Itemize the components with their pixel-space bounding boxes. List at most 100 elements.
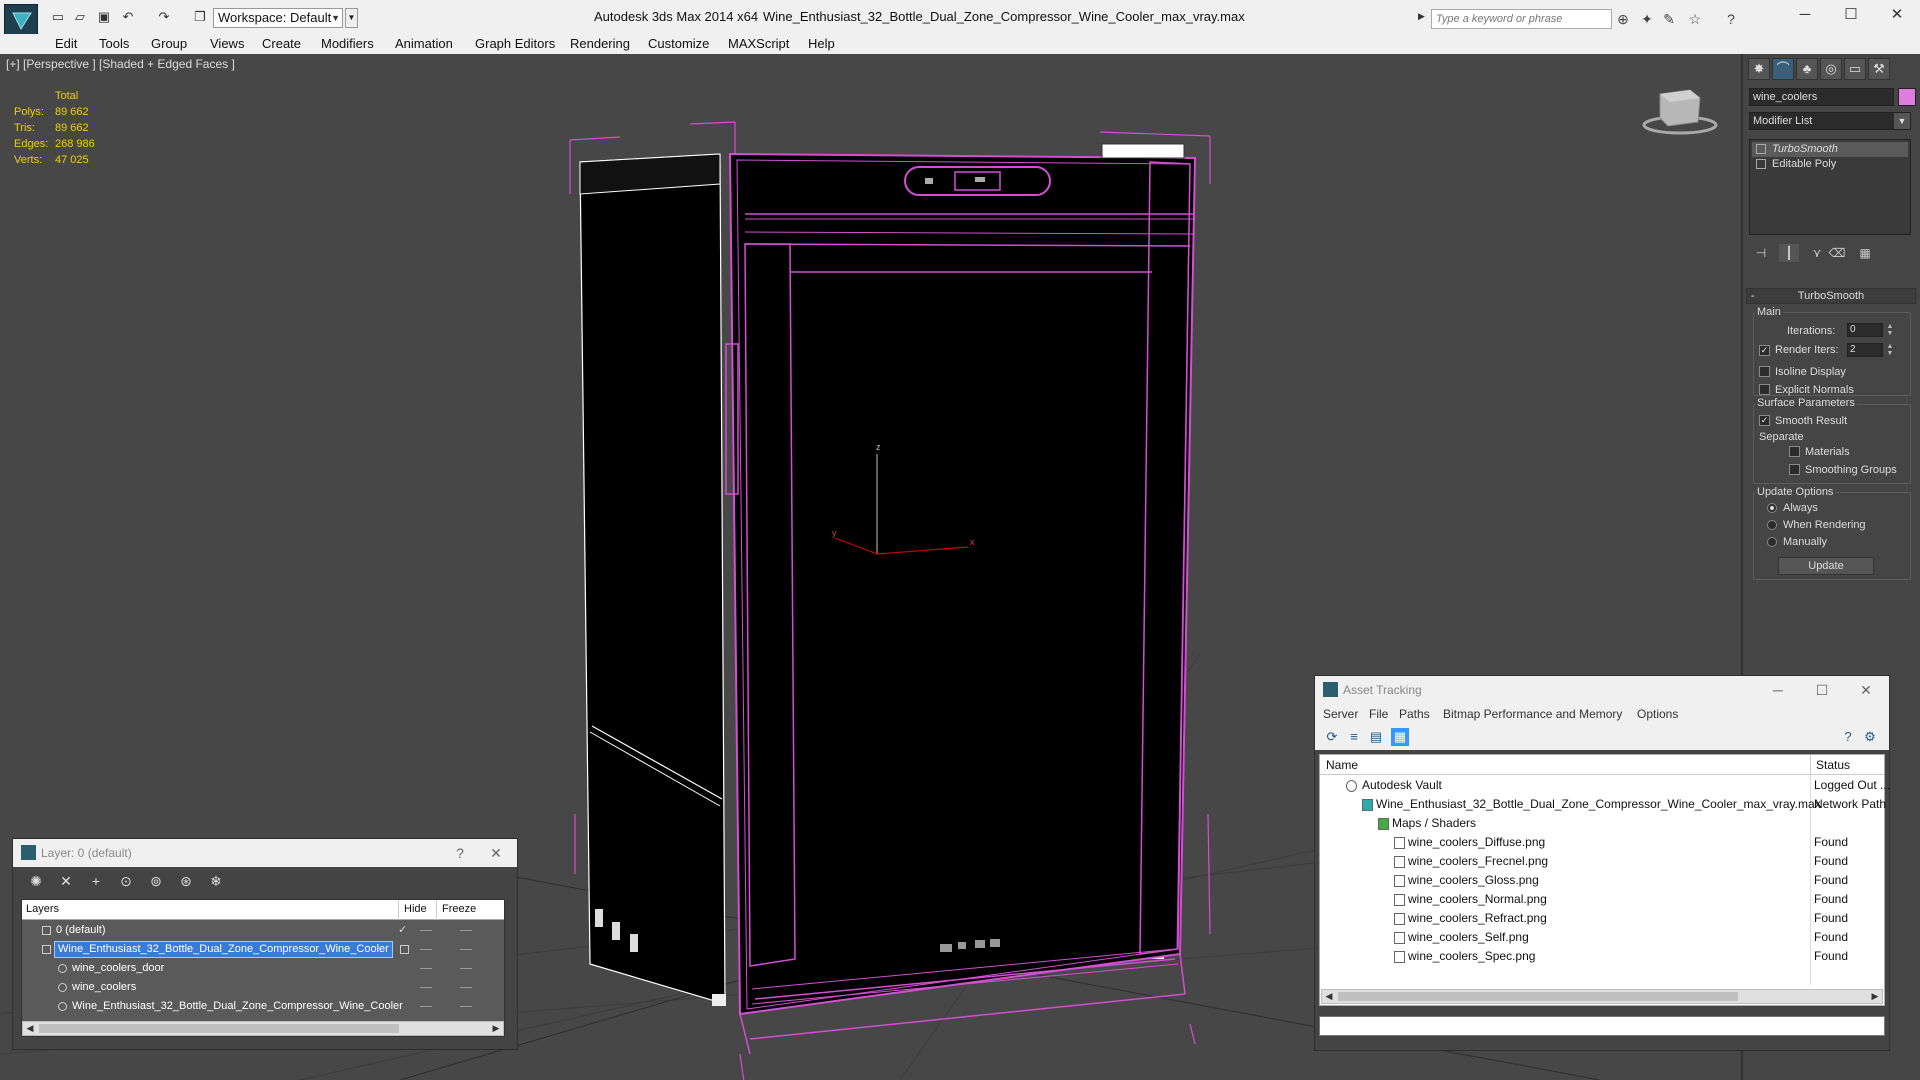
table-row[interactable]: Wine_Enthusiast_32_Bottle_Dual_Zone_Comp…	[1320, 795, 1886, 814]
maximize-button[interactable]: ☐	[1811, 680, 1833, 700]
expand-icon[interactable]	[1756, 159, 1766, 169]
refresh-icon[interactable]: ⟳	[1323, 728, 1341, 746]
smoothing-groups-checkbox[interactable]	[1789, 464, 1800, 475]
minimize-button[interactable]: ─	[1767, 680, 1789, 700]
binoculars-icon[interactable]: ⊕	[1614, 10, 1632, 28]
column-freeze[interactable]: Freeze	[442, 903, 476, 915]
freeze-toggle[interactable]	[460, 987, 472, 988]
always-radio[interactable]	[1767, 503, 1777, 513]
hierarchy-tab-icon[interactable]: ♣	[1796, 58, 1818, 80]
layer-titlebar[interactable]: Layer: 0 (default) ? ✕	[13, 839, 517, 867]
object-color-swatch[interactable]	[1898, 88, 1916, 106]
table-row[interactable]: wine_coolers_Self.png Found	[1320, 928, 1884, 947]
render-iters-checkbox[interactable]: ✓	[1759, 345, 1770, 356]
highlight-layer-icon[interactable]: ⊚	[147, 872, 165, 890]
remove-modifier-icon[interactable]: ⌫	[1827, 244, 1847, 262]
settings-icon[interactable]: ⚙	[1861, 728, 1879, 746]
menu-tools[interactable]: Tools	[99, 35, 129, 53]
freeze-all-icon[interactable]: ❄	[207, 872, 225, 890]
subscription-icon[interactable]: ✦	[1638, 10, 1656, 28]
help-button[interactable]: ?	[449, 843, 471, 863]
menu-server[interactable]: Server	[1323, 707, 1358, 721]
close-button[interactable]: ✕	[1855, 680, 1877, 700]
delete-layer-icon[interactable]: ✕	[57, 872, 75, 890]
menu-options[interactable]: Options	[1637, 707, 1678, 721]
new-layer-icon[interactable]: ✺	[27, 872, 45, 890]
search-expand-icon[interactable]: ▶	[1418, 11, 1425, 22]
viewport-label[interactable]: [+] [Perspective ] [Shaded + Edged Faces…	[6, 57, 235, 71]
table-view-icon[interactable]: ▦	[1391, 728, 1409, 746]
select-objects-icon[interactable]: ⊙	[117, 872, 135, 890]
modifier-list-dropdown[interactable]: Modifier List ▼	[1749, 112, 1911, 130]
scroll-thumb[interactable]	[1338, 992, 1738, 1001]
help-icon[interactable]: ?	[1722, 10, 1740, 28]
menu-edit[interactable]: Edit	[55, 35, 77, 53]
when-rendering-radio[interactable]	[1767, 520, 1777, 530]
project-folder-icon[interactable]: ❐	[191, 9, 209, 25]
scroll-left-icon[interactable]: ◀	[1322, 990, 1336, 1003]
asset-path-field[interactable]	[1319, 1016, 1885, 1036]
table-row[interactable]: wine_coolers_Diffuse.png Found	[1320, 833, 1884, 852]
menu-bitmap-performance[interactable]: Bitmap Performance and Memory	[1443, 707, 1622, 721]
search-input[interactable]: Type a keyword or phrase	[1431, 9, 1612, 29]
menu-customize[interactable]: Customize	[648, 35, 709, 53]
hide-toggle[interactable]	[420, 930, 432, 931]
configure-sets-icon[interactable]: ▦	[1855, 244, 1875, 262]
hide-toggle[interactable]	[420, 968, 432, 969]
close-button[interactable]: ✕	[1882, 4, 1912, 26]
menu-create[interactable]: Create	[262, 35, 301, 53]
menu-group[interactable]: Group	[151, 35, 187, 53]
table-row[interactable]: wine_coolers_Normal.png Found	[1320, 890, 1884, 909]
scroll-left-icon[interactable]: ◀	[23, 1022, 37, 1035]
table-row[interactable]: wine_coolers_Gloss.png Found	[1320, 871, 1884, 890]
column-layers[interactable]: Layers	[26, 903, 59, 915]
modify-tab-icon[interactable]: ⌒	[1772, 58, 1794, 80]
menu-maxscript[interactable]: MAXScript	[728, 35, 789, 53]
viewcube-icon[interactable]	[1642, 89, 1718, 135]
freeze-toggle[interactable]	[460, 949, 472, 950]
menu-animation[interactable]: Animation	[395, 35, 453, 53]
hide-toggle[interactable]	[420, 949, 432, 950]
hide-toggle[interactable]	[420, 1006, 432, 1007]
quick-access-customize-button[interactable]: ▼	[345, 8, 358, 28]
isoline-display-checkbox[interactable]	[1759, 366, 1770, 377]
pin-stack-icon[interactable]: ⊣	[1751, 244, 1771, 262]
scroll-thumb[interactable]	[39, 1024, 399, 1033]
menu-help[interactable]: Help	[808, 35, 835, 53]
table-row[interactable]: Maps / Shaders	[1320, 814, 1884, 833]
layer-row[interactable]: wine_coolers	[22, 978, 504, 997]
layer-row[interactable]: Wine_Enthusiast_32_Bottle_Dual_Zone_Comp…	[22, 997, 504, 1016]
iterations-spinner[interactable]: 0	[1847, 323, 1883, 337]
spinner-arrows-icon[interactable]: ▲ ▼	[1885, 343, 1895, 357]
add-to-layer-icon[interactable]: +	[87, 872, 105, 890]
spinner-arrows-icon[interactable]: ▲ ▼	[1885, 323, 1895, 337]
stack-item-editable-poly[interactable]: Editable Poly	[1752, 157, 1908, 172]
lightbulb-icon[interactable]	[1756, 144, 1766, 154]
active-check-icon[interactable]: ✓	[398, 921, 407, 940]
column-hide[interactable]: Hide	[404, 903, 427, 915]
redo-icon[interactable]: ↷	[155, 9, 173, 25]
create-tab-icon[interactable]: ✸	[1748, 58, 1770, 80]
hide-toggle[interactable]	[420, 987, 432, 988]
app-menu-button[interactable]	[4, 4, 38, 36]
maximize-button[interactable]: ☐	[1836, 4, 1866, 26]
table-row[interactable]: wine_coolers_Spec.png Found	[1320, 947, 1884, 966]
show-end-result-icon[interactable]: ┃	[1779, 244, 1799, 262]
scroll-right-icon[interactable]: ▶	[489, 1022, 503, 1035]
list-view-icon[interactable]: ≡	[1345, 728, 1363, 746]
make-unique-icon[interactable]: ⋎	[1807, 244, 1827, 262]
menu-modifiers[interactable]: Modifiers	[321, 35, 374, 53]
manually-radio[interactable]	[1767, 537, 1777, 547]
layer-row[interactable]: wine_coolers_door	[22, 959, 504, 978]
freeze-toggle[interactable]	[460, 1006, 472, 1007]
minimize-button[interactable]: ─	[1790, 4, 1820, 26]
table-row[interactable]: Autodesk Vault Logged Out ...	[1320, 776, 1890, 795]
menu-views[interactable]: Views	[210, 35, 244, 53]
smooth-result-checkbox[interactable]: ✓	[1759, 415, 1770, 426]
object-name-field[interactable]: wine_coolers	[1749, 88, 1894, 106]
help-icon[interactable]: ?	[1839, 728, 1857, 746]
scroll-right-icon[interactable]: ▶	[1868, 990, 1882, 1003]
hide-all-icon[interactable]: ⊛	[177, 872, 195, 890]
layer-row[interactable]: 0 (default) ✓	[22, 921, 504, 940]
freeze-toggle[interactable]	[460, 968, 472, 969]
